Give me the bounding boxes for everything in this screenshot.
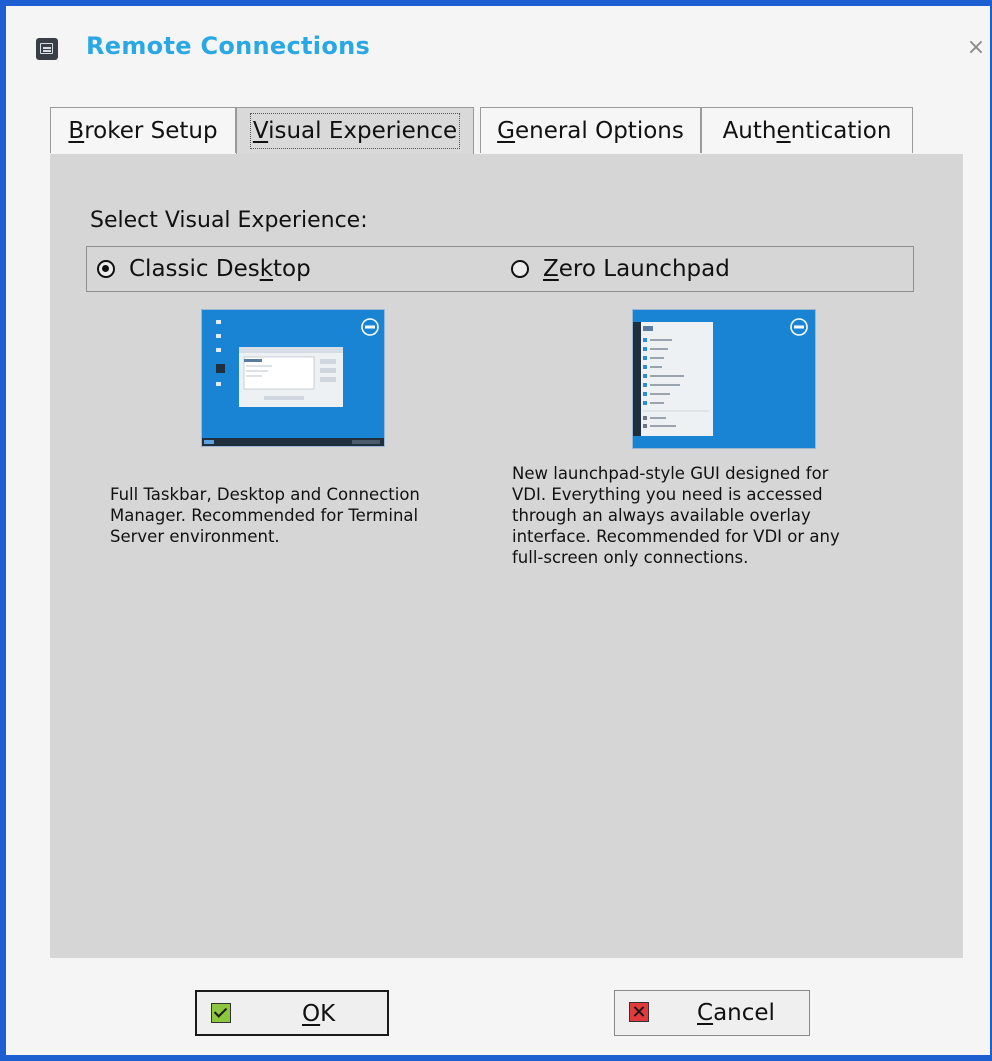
dialog-title: Remote Connections <box>86 32 371 60</box>
tab-mnemonic: G <box>497 118 515 144</box>
classic-desktop-radio[interactable]: Classic Desktop <box>97 247 311 291</box>
select-visual-experience-label: Select Visual Experience: <box>90 208 368 233</box>
classic-desktop-preview-graphic <box>202 310 384 446</box>
visual-experience-panel: Select Visual Experience: Classic Deskto… <box>50 154 963 958</box>
cancel-x-icon <box>629 1002 649 1022</box>
radio-checked-icon <box>97 260 115 278</box>
zero-launchpad-description: New launchpad-style GUI designed for VDI… <box>512 464 840 567</box>
tab-label-rest: roker Setup <box>84 118 218 144</box>
tab-label-rest: isual Experience <box>268 118 458 144</box>
label-part: Classic Des <box>129 256 260 282</box>
label-part: ero Launchpad <box>558 256 730 282</box>
label-mnemonic: k <box>259 256 274 282</box>
tab-visual-experience[interactable]: Visual Experience <box>236 107 474 154</box>
zero-launchpad-preview-image <box>633 310 815 448</box>
tab-authentication[interactable]: Authentication <box>701 107 913 153</box>
label-part: top <box>273 256 311 282</box>
classic-desktop-preview-image <box>202 310 384 446</box>
tab-mnemonic: V <box>252 118 269 144</box>
zero-launchpad-radio[interactable]: Zero Launchpad <box>511 247 730 291</box>
label-mnemonic: C <box>697 1000 714 1026</box>
tab-label-start: Auth <box>722 118 777 144</box>
zero-launchpad-label: Zero Launchpad <box>543 256 730 282</box>
visual-experience-radio-group: Classic Desktop Zero Launchpad <box>86 246 914 292</box>
close-icon[interactable]: × <box>966 37 986 59</box>
tab-label-rest: ntication <box>790 118 892 144</box>
title-bar[interactable]: Remote Connections × <box>6 6 986 88</box>
app-window-icon <box>36 38 58 60</box>
tab-general-options[interactable]: General Options <box>480 107 701 153</box>
cancel-button[interactable]: Cancel <box>614 990 810 1036</box>
cancel-button-label: Cancel <box>697 1000 775 1026</box>
label-part: K <box>320 1001 336 1027</box>
label-mnemonic: Z <box>543 256 559 282</box>
label-mnemonic: O <box>302 1001 321 1027</box>
radio-unchecked-icon <box>511 260 529 278</box>
ok-button[interactable]: OK <box>195 990 389 1036</box>
tab-mnemonic: e <box>776 118 791 144</box>
ok-button-label: OK <box>302 1001 335 1027</box>
remote-connections-dialog: Remote Connections × Broker Setup Visual… <box>0 0 992 1061</box>
classic-desktop-description: Full Taskbar, Desktop and Connection Man… <box>110 485 420 546</box>
zero-launchpad-preview-graphic <box>633 310 815 448</box>
tab-mnemonic: B <box>68 118 85 144</box>
tab-broker-setup[interactable]: Broker Setup <box>50 107 236 153</box>
classic-desktop-label: Classic Desktop <box>129 256 311 282</box>
label-part: ancel <box>713 1000 775 1026</box>
tab-label-rest: eneral Options <box>514 118 684 144</box>
checkmark-icon <box>211 1003 231 1023</box>
tab-focus-ring: Visual Experience <box>249 113 461 149</box>
